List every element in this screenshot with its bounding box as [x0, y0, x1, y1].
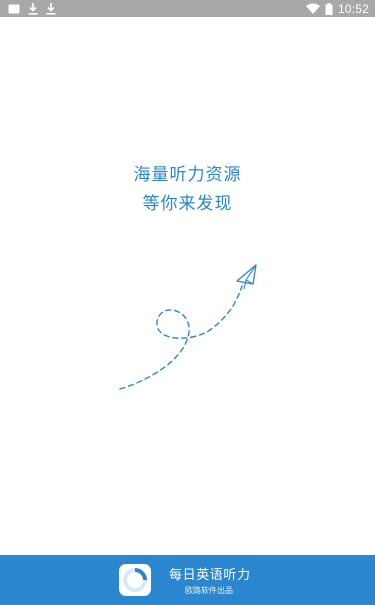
app-logo-icon [119, 564, 151, 596]
flight-path-dashed [119, 285, 243, 390]
app-name: 每日英语听力 [169, 568, 251, 583]
paper-plane-icon [236, 264, 257, 290]
publisher-label: 欧路软件出品 [185, 586, 233, 595]
flight-path-illustration [119, 264, 257, 390]
footer-brand-bar: 每日英语听力 欧路软件出品 [0, 555, 375, 605]
